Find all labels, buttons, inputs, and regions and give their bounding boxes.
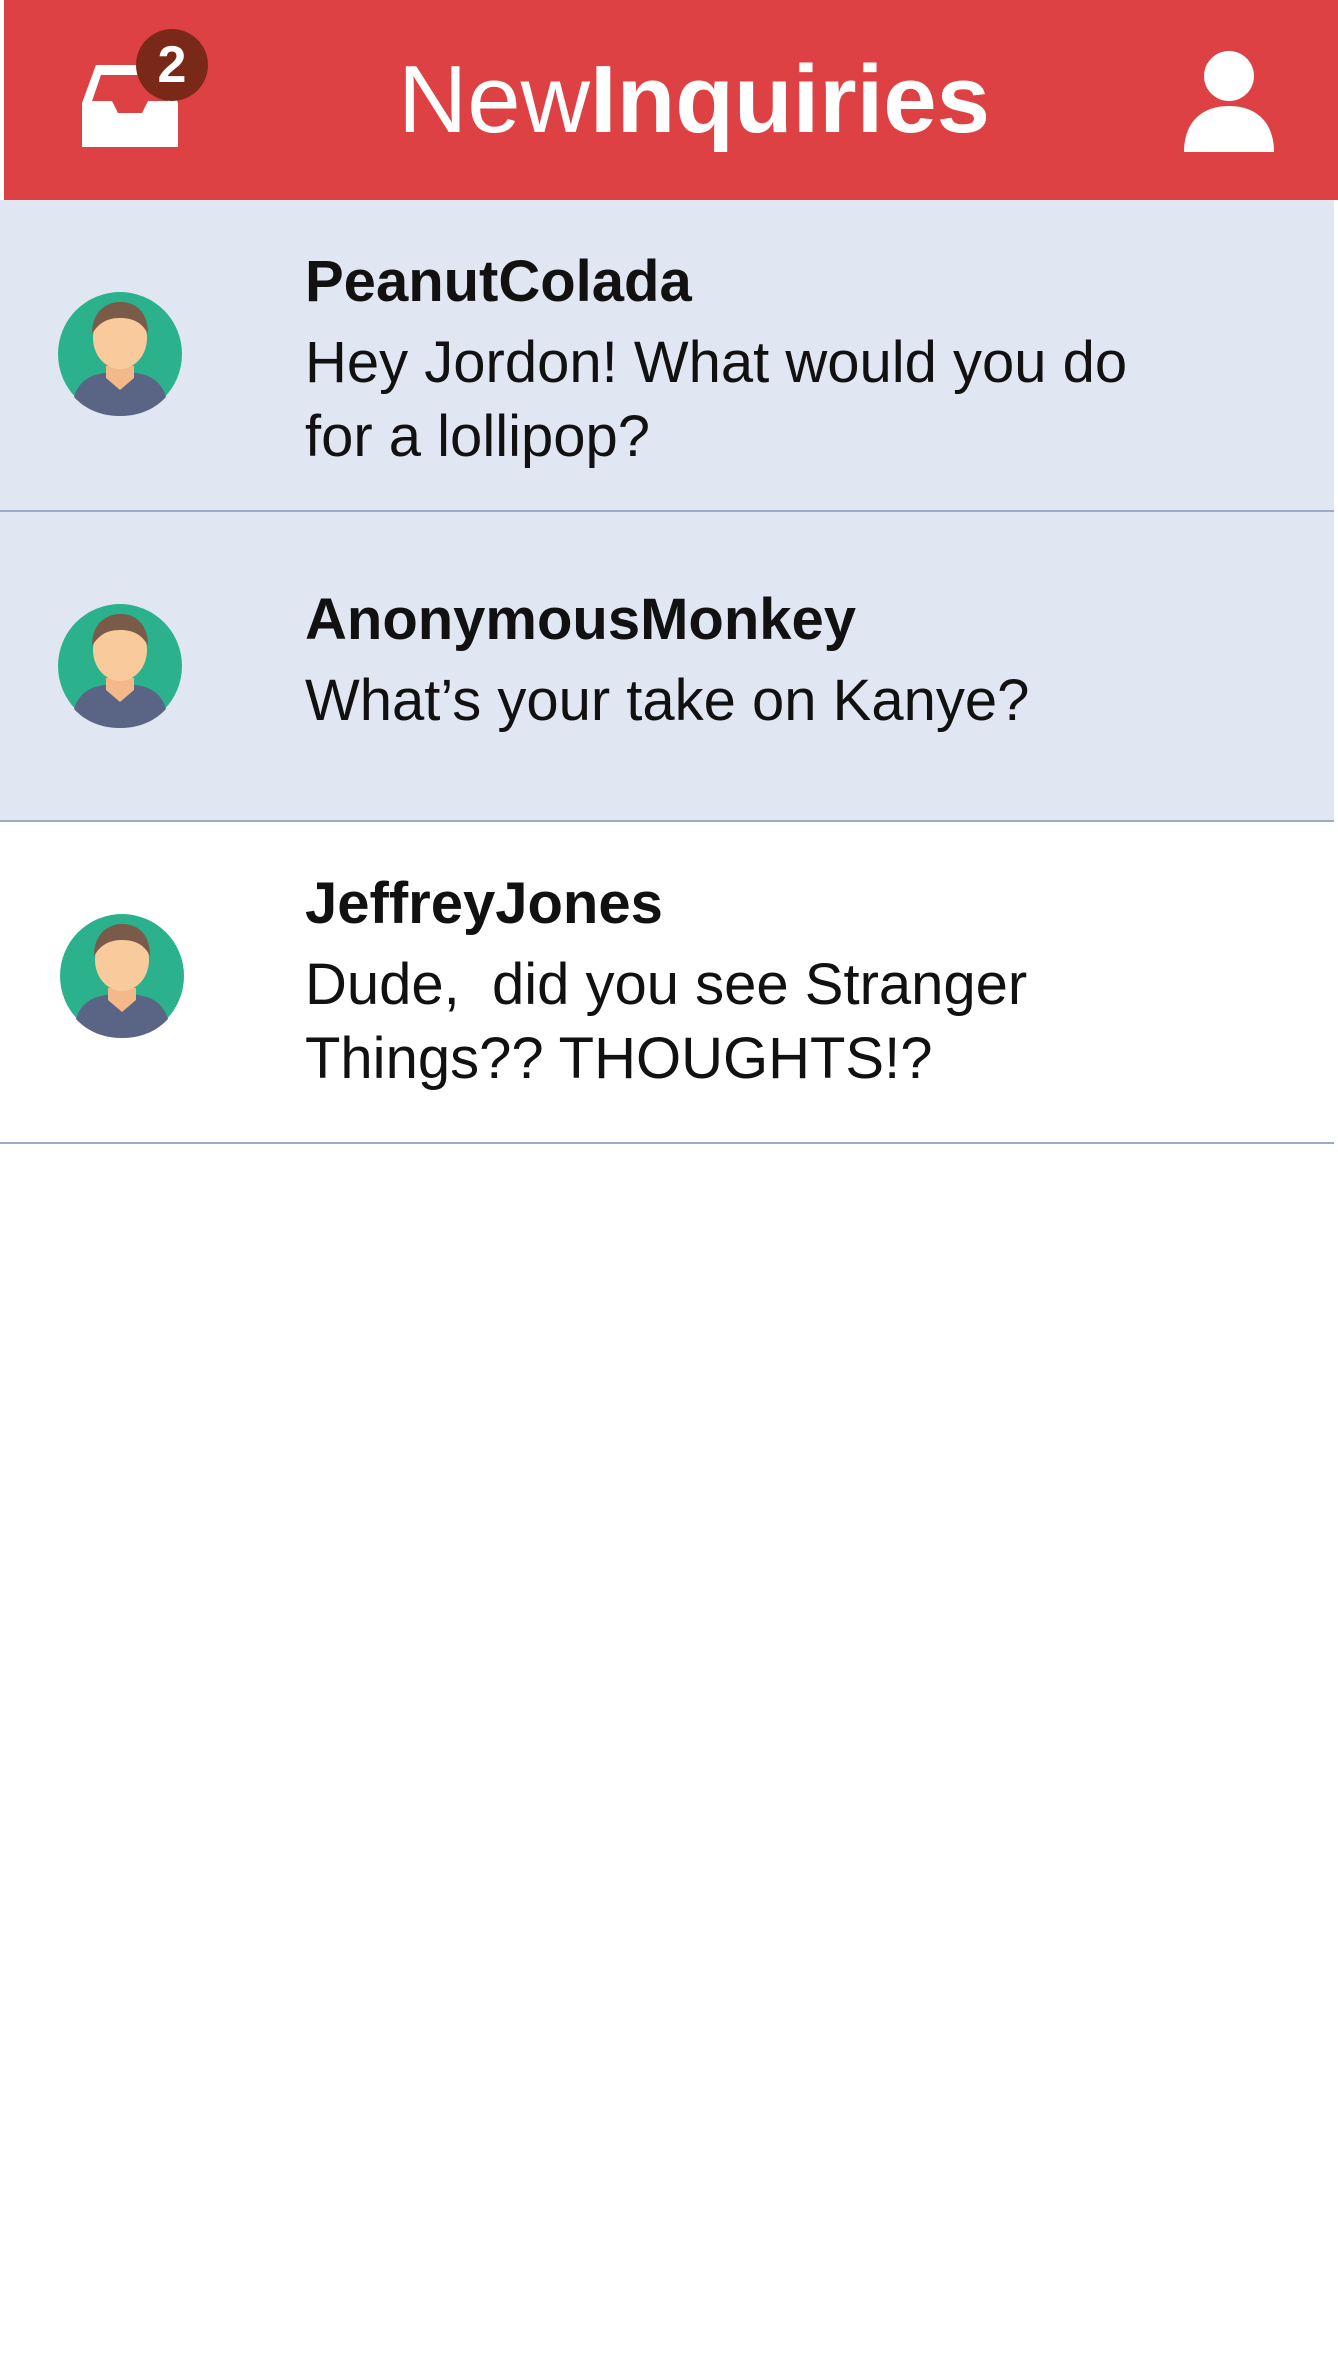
inquiry-item[interactable]: JeffreyJones Dude, did you see Stranger … <box>0 822 1334 1144</box>
inquiry-list: PeanutColada Hey Jordon! What would you … <box>0 200 1334 1144</box>
sender-name: AnonymousMonkey <box>305 587 857 652</box>
sender-name: PeanutColada <box>305 249 692 314</box>
user-avatar-icon <box>58 604 182 728</box>
message-preview: Dude, did you see Stranger Things?? THOU… <box>305 952 1043 1091</box>
user-avatar-icon <box>58 292 182 416</box>
page-title-new: New <box>397 46 590 153</box>
page-title-inquiries: Inquiries <box>589 46 991 153</box>
message-preview: What’s your take on Kanye? <box>305 668 1030 733</box>
user-icon <box>1184 51 1274 152</box>
inbox-button[interactable]: 2 <box>74 25 224 155</box>
profile-button[interactable] <box>1184 48 1274 152</box>
inquiry-item[interactable]: AnonymousMonkey What’s your take on Kany… <box>0 512 1334 822</box>
message-preview: Hey Jordon! What would you do for a loll… <box>305 330 1144 469</box>
inquiry-text: PeanutColada Hey Jordon! What would you … <box>305 246 1205 474</box>
inquiry-text: JeffreyJones Dude, did you see Stranger … <box>305 868 1205 1096</box>
app-screen: 2 NewInquiries PeanutColada Hey Jordon! … <box>0 0 1338 2378</box>
inbox-count-badge: 2 <box>136 29 208 101</box>
app-header: 2 NewInquiries <box>4 0 1338 200</box>
user-avatar-icon <box>60 914 184 1038</box>
page-title: NewInquiries <box>304 40 1084 160</box>
sender-name: JeffreyJones <box>305 871 663 936</box>
inquiry-item[interactable]: PeanutColada Hey Jordon! What would you … <box>0 200 1334 512</box>
inquiry-text: AnonymousMonkey What’s your take on Kany… <box>305 584 1205 738</box>
